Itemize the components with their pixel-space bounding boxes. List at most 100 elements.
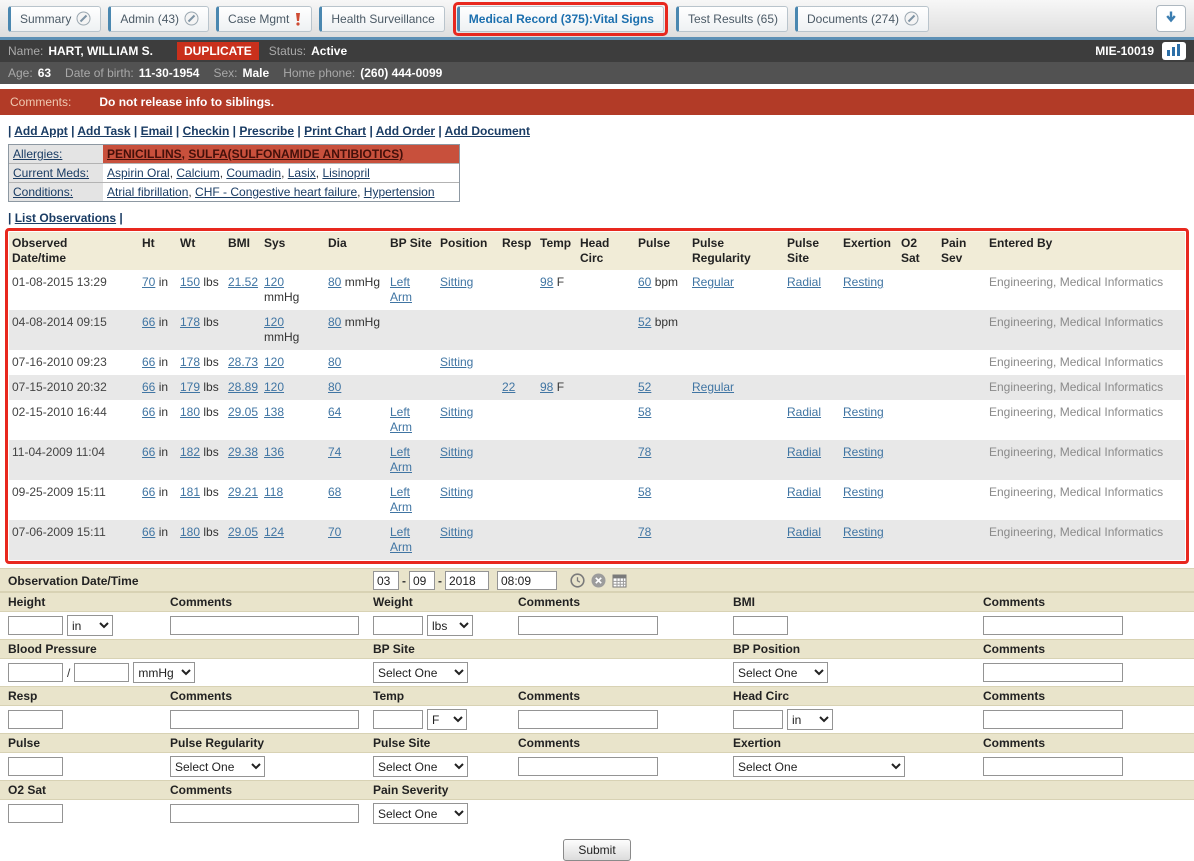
clear-icon[interactable] bbox=[591, 573, 606, 588]
vital-value-link[interactable]: 74 bbox=[328, 445, 341, 459]
current-meds-link[interactable]: Current Meds: bbox=[13, 166, 89, 180]
pulse-site-select[interactable]: Select One bbox=[373, 756, 468, 777]
vital-value-link[interactable]: Radial bbox=[787, 275, 821, 289]
vital-value-link[interactable]: 138 bbox=[264, 405, 284, 419]
vital-value-link[interactable]: 66 bbox=[142, 380, 155, 394]
bp-site-select[interactable]: Select One bbox=[373, 662, 468, 683]
edit-icon[interactable] bbox=[184, 11, 199, 26]
vital-value-link[interactable]: Regular bbox=[692, 275, 734, 289]
tab-health-surveillance[interactable]: Health Surveillance bbox=[319, 6, 444, 32]
head-circ-comments-input[interactable] bbox=[983, 710, 1123, 729]
medication-link[interactable]: Lasix bbox=[288, 166, 316, 180]
vital-value-link[interactable]: 29.38 bbox=[228, 445, 258, 459]
head-circ-unit-select[interactable]: in bbox=[787, 709, 833, 730]
exertion-select[interactable]: Select One bbox=[733, 756, 905, 777]
vital-value-link[interactable]: 120 bbox=[264, 315, 284, 329]
vital-value-link[interactable]: 58 bbox=[638, 485, 651, 499]
vital-value-link[interactable]: 80 bbox=[328, 380, 341, 394]
vital-value-link[interactable]: 98 bbox=[540, 380, 553, 394]
action-link-print-chart[interactable]: Print Chart bbox=[304, 124, 366, 138]
tab-summary[interactable]: Summary bbox=[8, 6, 101, 32]
vital-value-link[interactable]: 60 bbox=[638, 275, 651, 289]
vital-value-link[interactable]: 52 bbox=[638, 380, 651, 394]
resp-input[interactable] bbox=[8, 710, 63, 729]
condition-link[interactable]: Hypertension bbox=[364, 185, 435, 199]
vital-value-link[interactable]: Radial bbox=[787, 405, 821, 419]
vital-value-link[interactable]: Left Arm bbox=[390, 525, 412, 554]
vital-value-link[interactable]: Resting bbox=[843, 445, 884, 459]
tab-test-results[interactable]: Test Results (65) bbox=[676, 6, 788, 32]
allergies-link[interactable]: Allergies: bbox=[13, 147, 62, 161]
pulse-input[interactable] bbox=[8, 757, 63, 776]
vital-value-link[interactable]: 66 bbox=[142, 525, 155, 539]
submit-button[interactable]: Submit bbox=[563, 839, 630, 861]
vital-value-link[interactable]: 136 bbox=[264, 445, 284, 459]
conditions-link[interactable]: Conditions: bbox=[13, 185, 73, 199]
vital-value-link[interactable]: 120 bbox=[264, 380, 284, 394]
action-link-add-document[interactable]: Add Document bbox=[445, 124, 530, 138]
vital-value-link[interactable]: 78 bbox=[638, 445, 651, 459]
bp-systolic-input[interactable] bbox=[8, 663, 63, 682]
vital-value-link[interactable]: 180 bbox=[180, 525, 200, 539]
vital-value-link[interactable]: 68 bbox=[328, 485, 341, 499]
tab-case-mgmt[interactable]: Case Mgmt bbox=[216, 6, 312, 32]
weight-comments-input[interactable] bbox=[518, 616, 658, 635]
list-observations-link[interactable]: List Observations bbox=[15, 211, 116, 225]
weight-input[interactable] bbox=[373, 616, 423, 635]
vital-value-link[interactable]: Sitting bbox=[440, 485, 473, 499]
vital-value-link[interactable]: Sitting bbox=[440, 275, 473, 289]
bp-position-select[interactable]: Select One bbox=[733, 662, 828, 683]
vital-value-link[interactable]: 70 bbox=[328, 525, 341, 539]
vital-value-link[interactable]: Sitting bbox=[440, 355, 473, 369]
vital-value-link[interactable]: Radial bbox=[787, 445, 821, 459]
vital-value-link[interactable]: 80 bbox=[328, 275, 341, 289]
bmi-comments-input[interactable] bbox=[983, 616, 1123, 635]
vital-value-link[interactable]: 80 bbox=[328, 355, 341, 369]
edit-icon[interactable] bbox=[76, 11, 91, 26]
vital-value-link[interactable]: 120 bbox=[264, 355, 284, 369]
vital-value-link[interactable]: 98 bbox=[540, 275, 553, 289]
vital-value-link[interactable]: 66 bbox=[142, 485, 155, 499]
action-link-add-appt[interactable]: Add Appt bbox=[14, 124, 68, 138]
allergy-item-link[interactable]: PENICILLINS bbox=[107, 147, 182, 161]
bp-diastolic-input[interactable] bbox=[74, 663, 129, 682]
bmi-input[interactable] bbox=[733, 616, 788, 635]
vital-value-link[interactable]: 150 bbox=[180, 275, 200, 289]
vital-value-link[interactable]: 178 bbox=[180, 315, 200, 329]
pulse-regularity-select[interactable]: Select One bbox=[170, 756, 265, 777]
vital-value-link[interactable]: 29.05 bbox=[228, 405, 258, 419]
vital-value-link[interactable]: Resting bbox=[843, 525, 884, 539]
flowchart-button[interactable] bbox=[1162, 42, 1186, 60]
vital-value-link[interactable]: 78 bbox=[638, 525, 651, 539]
exertion-comments-input[interactable] bbox=[983, 757, 1123, 776]
tab-admin[interactable]: Admin (43) bbox=[108, 6, 209, 32]
vital-value-link[interactable]: Resting bbox=[843, 405, 884, 419]
vital-value-link[interactable]: 64 bbox=[328, 405, 341, 419]
obs-month-input[interactable] bbox=[373, 571, 399, 590]
bp-unit-select[interactable]: mmHg bbox=[133, 662, 195, 683]
vital-value-link[interactable]: Resting bbox=[843, 485, 884, 499]
vital-value-link[interactable]: 181 bbox=[180, 485, 200, 499]
vital-value-link[interactable]: 178 bbox=[180, 355, 200, 369]
height-unit-select[interactable]: in bbox=[67, 615, 113, 636]
vital-value-link[interactable]: 66 bbox=[142, 405, 155, 419]
height-comments-input[interactable] bbox=[170, 616, 359, 635]
vital-value-link[interactable]: 179 bbox=[180, 380, 200, 394]
pain-severity-select[interactable]: Select One bbox=[373, 803, 468, 824]
vital-value-link[interactable]: 28.73 bbox=[228, 355, 258, 369]
vital-value-link[interactable]: Left Arm bbox=[390, 405, 412, 434]
medication-link[interactable]: Lisinopril bbox=[322, 166, 369, 180]
medication-link[interactable]: Coumadin bbox=[226, 166, 281, 180]
height-input[interactable] bbox=[8, 616, 63, 635]
action-link-email[interactable]: Email bbox=[141, 124, 173, 138]
vital-value-link[interactable]: Sitting bbox=[440, 445, 473, 459]
vital-value-link[interactable]: Left Arm bbox=[390, 445, 412, 474]
vital-value-link[interactable]: 58 bbox=[638, 405, 651, 419]
vital-value-link[interactable]: 182 bbox=[180, 445, 200, 459]
vital-value-link[interactable]: 80 bbox=[328, 315, 341, 329]
vital-value-link[interactable]: 66 bbox=[142, 445, 155, 459]
clock-icon[interactable] bbox=[570, 573, 585, 588]
pulse-comments-input[interactable] bbox=[518, 757, 658, 776]
vital-value-link[interactable]: 118 bbox=[264, 485, 283, 499]
vital-value-link[interactable]: 66 bbox=[142, 355, 155, 369]
